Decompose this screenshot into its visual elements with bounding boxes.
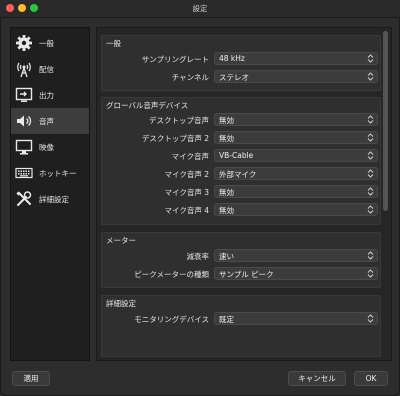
setting-label: サンプリングレート	[141, 55, 209, 64]
updown-chevron-icon	[367, 269, 374, 278]
sidebar-item-label: 出力	[39, 90, 54, 100]
desktop-audio-2-select[interactable]: 無効	[214, 131, 378, 144]
sidebar-item-output[interactable]: 出力	[11, 82, 89, 108]
apply-button[interactable]: 適用	[12, 371, 50, 386]
monitor-icon	[15, 138, 33, 156]
cancel-button[interactable]: キャンセル	[288, 371, 346, 386]
settings-content-panel: 一般 サンプリングレート 48 kHz チャンネル ステレオ グローバル音声デバ…	[96, 27, 392, 361]
keyboard-icon	[15, 164, 33, 182]
decay-rate-select[interactable]: 速い	[214, 249, 378, 262]
tools-icon	[15, 190, 33, 208]
general-group: 一般 サンプリングレート 48 kHz チャンネル ステレオ	[101, 35, 381, 91]
select-value: 外部マイク	[219, 170, 257, 179]
updown-chevron-icon	[367, 151, 374, 160]
sidebar-item-label: ホットキー	[39, 168, 77, 178]
monitoring-device-select[interactable]: 既定	[214, 312, 378, 325]
select-value: ステレオ	[219, 73, 249, 82]
setting-label: デスクトップ音声	[149, 116, 209, 125]
updown-chevron-icon	[367, 133, 374, 142]
broadcast-tower-icon	[15, 60, 33, 78]
sidebar-item-label: 一般	[39, 38, 54, 48]
setting-row: マイク音声 4 無効	[102, 202, 380, 218]
output-icon	[15, 86, 33, 104]
select-value: 無効	[219, 206, 234, 215]
window-title: 設定	[192, 4, 208, 13]
updown-chevron-icon	[367, 169, 374, 178]
mic-audio-2-select[interactable]: 外部マイク	[214, 167, 378, 180]
updown-chevron-icon	[367, 72, 374, 81]
setting-label: マイク音声	[171, 152, 209, 161]
updown-chevron-icon	[367, 115, 374, 124]
sidebar-item-label: 映像	[39, 142, 54, 152]
sidebar-item-video[interactable]: 映像	[11, 134, 89, 160]
select-value: 48 kHz	[219, 54, 245, 63]
sample-rate-select[interactable]: 48 kHz	[214, 52, 378, 65]
sidebar-item-label: 配信	[39, 64, 54, 74]
setting-row: サンプリングレート 48 kHz	[102, 51, 380, 67]
updown-chevron-icon	[367, 314, 374, 323]
global-audio-devices-group: グローバル音声デバイス デスクトップ音声 無効 デスクトップ音声 2 無効 マイ…	[101, 97, 381, 225]
setting-label: ピークメーターの種類	[134, 270, 209, 279]
select-value: 無効	[219, 188, 234, 197]
settings-sidebar: 一般 配信 出力 音声 映像 ホットキー 詳細設定	[10, 27, 90, 361]
setting-label: マイク音声 4	[164, 206, 209, 215]
setting-row: デスクトップ音声 2 無効	[102, 130, 380, 146]
mic-audio-4-select[interactable]: 無効	[214, 203, 378, 216]
setting-row: デスクトップ音声 無効	[102, 112, 380, 128]
sidebar-item-hotkeys[interactable]: ホットキー	[11, 160, 89, 186]
sidebar-item-stream[interactable]: 配信	[11, 56, 89, 82]
setting-row: マイク音声 3 無効	[102, 184, 380, 200]
group-title: 一般	[106, 39, 121, 48]
channels-select[interactable]: ステレオ	[214, 70, 378, 83]
updown-chevron-icon	[367, 54, 374, 63]
settings-window: 設定 一般 配信 出力 音声 映像 ホットキー 詳細設定 一般 サンプリングレー…	[0, 0, 400, 396]
sidebar-item-general[interactable]: 一般	[11, 30, 89, 56]
setting-label: モニタリングデバイス	[134, 315, 209, 324]
ok-button[interactable]: OK	[354, 371, 388, 386]
peak-meter-type-select[interactable]: サンプル ピーク	[214, 267, 378, 280]
select-value: 無効	[219, 134, 234, 143]
sidebar-item-audio[interactable]: 音声	[11, 108, 89, 134]
select-value: 無効	[219, 116, 234, 125]
select-value: 既定	[219, 315, 234, 324]
advanced-group: 詳細設定 モニタリングデバイス 既定	[101, 295, 381, 357]
setting-label: マイク音声 3	[164, 188, 209, 197]
setting-row: 減衰率 速い	[102, 248, 380, 264]
setting-row: ピークメーターの種類 サンプル ピーク	[102, 266, 380, 282]
updown-chevron-icon	[367, 251, 374, 260]
speaker-icon	[15, 112, 33, 130]
mic-audio-select[interactable]: VB-Cable	[214, 149, 378, 162]
updown-chevron-icon	[367, 187, 374, 196]
setting-label: マイク音声 2	[164, 170, 209, 179]
sidebar-item-label: 音声	[39, 116, 54, 126]
updown-chevron-icon	[367, 205, 374, 214]
gear-icon	[15, 34, 33, 52]
mic-audio-3-select[interactable]: 無効	[214, 185, 378, 198]
setting-row: マイク音声 VB-Cable	[102, 148, 380, 164]
group-title: グローバル音声デバイス	[106, 101, 189, 110]
setting-label: デスクトップ音声 2	[141, 134, 209, 143]
desktop-audio-select[interactable]: 無効	[214, 113, 378, 126]
select-value: VB-Cable	[219, 151, 254, 160]
vertical-scrollbar[interactable]	[383, 31, 388, 211]
group-title: メーター	[106, 236, 136, 245]
setting-row: チャンネル ステレオ	[102, 69, 380, 85]
setting-row: マイク音声 2 外部マイク	[102, 166, 380, 182]
group-title: 詳細設定	[106, 299, 136, 308]
sidebar-item-label: 詳細設定	[39, 194, 69, 204]
meters-group: メーター 減衰率 速い ピークメーターの種類 サンプル ピーク	[101, 232, 381, 288]
title-bar: 設定	[0, 0, 400, 18]
select-value: サンプル ピーク	[219, 270, 274, 279]
select-value: 速い	[219, 252, 234, 261]
setting-label: チャンネル	[171, 73, 209, 82]
setting-row: モニタリングデバイス 既定	[102, 311, 380, 327]
setting-label: 減衰率	[186, 252, 210, 261]
sidebar-item-advanced[interactable]: 詳細設定	[11, 186, 89, 212]
